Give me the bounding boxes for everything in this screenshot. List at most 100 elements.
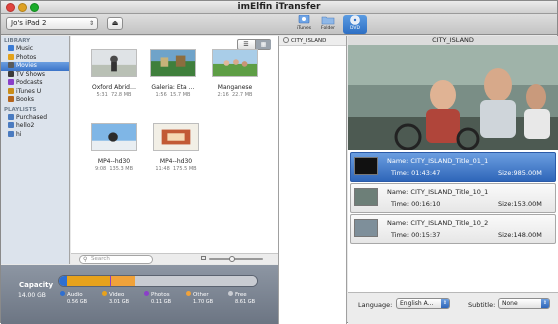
movie-tile[interactable]: Manganese 2:16 22.7 MB (205, 49, 265, 98)
grid-view-button[interactable]: ▦ (255, 40, 271, 49)
subtitle-select[interactable]: None ⇕ (498, 298, 550, 309)
sidebar-item-music[interactable]: Music (1, 45, 69, 54)
movie-thumbnail (91, 123, 137, 151)
library-header: LIBRARY (4, 38, 31, 44)
zoom-knob[interactable] (229, 256, 235, 262)
capacity-segment-video (66, 276, 110, 286)
window-title: imElfin iTransfer (237, 2, 321, 12)
movie-name: MP4--hd30 (159, 158, 193, 165)
sidebar-item-label: hello2 (16, 122, 35, 129)
free-dot (228, 291, 233, 296)
legend-other-value: 1.70 GB (193, 299, 214, 305)
dvd-options-bar: Language: English A… ⇕ Subtitle: None ⇕ (348, 292, 558, 324)
sidebar-item-label: Music (16, 45, 34, 52)
dvd-button-label: DVD (350, 26, 360, 31)
legend-audio: Audio 0.56 GB (60, 291, 87, 305)
books-icon (8, 96, 14, 102)
sidebar-item-hi[interactable]: hi (1, 130, 69, 140)
movie-thumbnail (153, 123, 199, 151)
capacity-panel: Capacity 14.00 GB Audio 0.56 GB Video 3.01… (1, 265, 278, 324)
playlist-icon (8, 130, 14, 137)
capacity-segment-other (111, 276, 136, 286)
folder-icon (321, 16, 335, 25)
title-thumbnail (354, 188, 378, 206)
sidebar: LIBRARY Music Photos Movies TV Shows Pod… (1, 36, 70, 264)
movie-thumbnail (150, 49, 196, 77)
video-dot (102, 291, 107, 296)
itunes-button-label: iTunes (296, 26, 312, 31)
sidebar-item-photos[interactable]: Photos (1, 53, 69, 63)
title-size: Size:148.00M (498, 231, 542, 239)
title-name: Name: CITY_ISLAND_Title_10_1 (387, 188, 489, 196)
tv-icon (8, 70, 14, 77)
title-bar: imElfin iTransfer (1, 1, 557, 14)
capacity-label: Capacity (19, 281, 54, 289)
device-selector[interactable]: Jo's iPad 2 ⇕ (6, 17, 98, 30)
podcast-icon (8, 79, 14, 85)
movies-grid: ☰ ▦ Oxford Abrid… 5:31 72.8 MB Galeria: … (71, 36, 278, 264)
sidebar-item-label: hi (16, 130, 22, 138)
dvd-source-item[interactable]: CITY_ISLAND (279, 36, 346, 46)
movie-duration: 11:48 (155, 166, 170, 172)
sidebar-item-hello2[interactable]: hello2 (1, 122, 69, 131)
eject-icon: ⏏ (111, 19, 119, 27)
movie-tile[interactable]: Galeria: Eta … 1:56 15.7 MB (143, 49, 203, 98)
search-field[interactable]: ⚲ Search (79, 255, 153, 264)
sidebar-item-purchased[interactable]: Purchased (1, 113, 69, 123)
legend-free-value: 8.61 GB (235, 299, 256, 305)
title-name: Name: CITY_ISLAND_Title_10_2 (387, 219, 489, 227)
language-label: Language: (358, 301, 393, 309)
movie-duration: 5:31 (96, 92, 108, 98)
photos-icon (8, 53, 14, 60)
eject-button[interactable]: ⏏ (107, 17, 123, 30)
title-thumbnail (354, 219, 378, 237)
sidebar-item-itunes-u[interactable]: iTunes U (1, 87, 69, 97)
sidebar-item-label: iTunes U (16, 87, 42, 95)
app-window: imElfin iTransfer Jo's iPad 2 ⇕ ⏏ iTunes… (0, 0, 558, 324)
title-time: Time: 01:43:47 (391, 169, 441, 177)
dvd-title-row[interactable]: Name: CITY_ISLAND_Title_10_1 Time: 00:16… (350, 183, 556, 213)
sidebar-item-podcasts[interactable]: Podcasts (1, 79, 69, 88)
device-name: Jo's iPad 2 (11, 19, 47, 27)
zoom-track (209, 258, 263, 260)
movie-thumbnail (91, 49, 137, 77)
sidebar-item-movies[interactable]: Movies (1, 62, 69, 71)
music-icon (8, 45, 14, 51)
folder-button[interactable]: Folder (317, 15, 339, 34)
movie-name: Galeria: Eta … (151, 84, 195, 91)
legend-audio-label: Audio (67, 292, 83, 298)
sidebar-item-label: Podcasts (16, 79, 43, 86)
movie-duration: 2:16 (217, 92, 229, 98)
list-view-icon: ☰ (243, 41, 249, 48)
dvd-title-row[interactable]: Name: CITY_ISLAND_Title_10_2 Time: 00:15… (350, 214, 556, 244)
movie-size: 15.7 MB (169, 92, 191, 98)
itunes-icon (298, 15, 310, 24)
search-placeholder: Search (91, 256, 110, 262)
updown-arrows-icon: ⇕ (88, 20, 94, 27)
legend-free: Free 8.61 GB (228, 291, 255, 305)
grid-view-icon: ▦ (260, 41, 267, 48)
movie-tile[interactable]: MP4--hd30 11:48 175.5 MB (146, 123, 206, 172)
itunes-u-icon (8, 87, 14, 94)
movie-name: MP4--hd30 (97, 158, 131, 165)
movie-meta: 2:16 22.7 MB (205, 92, 265, 98)
itunes-button[interactable]: iTunes (293, 15, 315, 34)
sidebar-item-tv-shows[interactable]: TV Shows (1, 70, 69, 80)
toolbar: Jo's iPad 2 ⇕ ⏏ iTunes Folder DVD (1, 14, 557, 35)
zoom-slider[interactable] (201, 256, 265, 262)
sidebar-item-books[interactable]: Books (1, 96, 69, 105)
movie-tile[interactable]: MP4--hd30 9:08 135.3 MB (84, 123, 144, 172)
legend-photos: Photos 0.11 GB (144, 291, 171, 305)
list-view-button[interactable]: ☰ (238, 40, 254, 49)
content-bottom-bar: ⚲ Search (71, 253, 278, 264)
dvd-button[interactable]: DVD (343, 15, 367, 34)
dvd-title-list: Name: CITY_ISLAND_Title_01_1 Time: 01:43… (348, 150, 558, 292)
title-name: Name: CITY_ISLAND_Title_01_1 (387, 157, 489, 165)
capacity-bar (58, 275, 258, 287)
dvd-source-panel: CITY_ISLAND (279, 36, 347, 324)
updown-arrows-icon: ⇕ (541, 299, 549, 308)
dvd-title-row[interactable]: Name: CITY_ISLAND_Title_01_1 Time: 01:43… (350, 152, 556, 182)
language-select[interactable]: English A… ⇕ (396, 298, 450, 309)
movie-name: Oxford Abrid… (92, 84, 136, 91)
movie-tile[interactable]: Oxford Abrid… 5:31 72.8 MB (84, 49, 144, 98)
